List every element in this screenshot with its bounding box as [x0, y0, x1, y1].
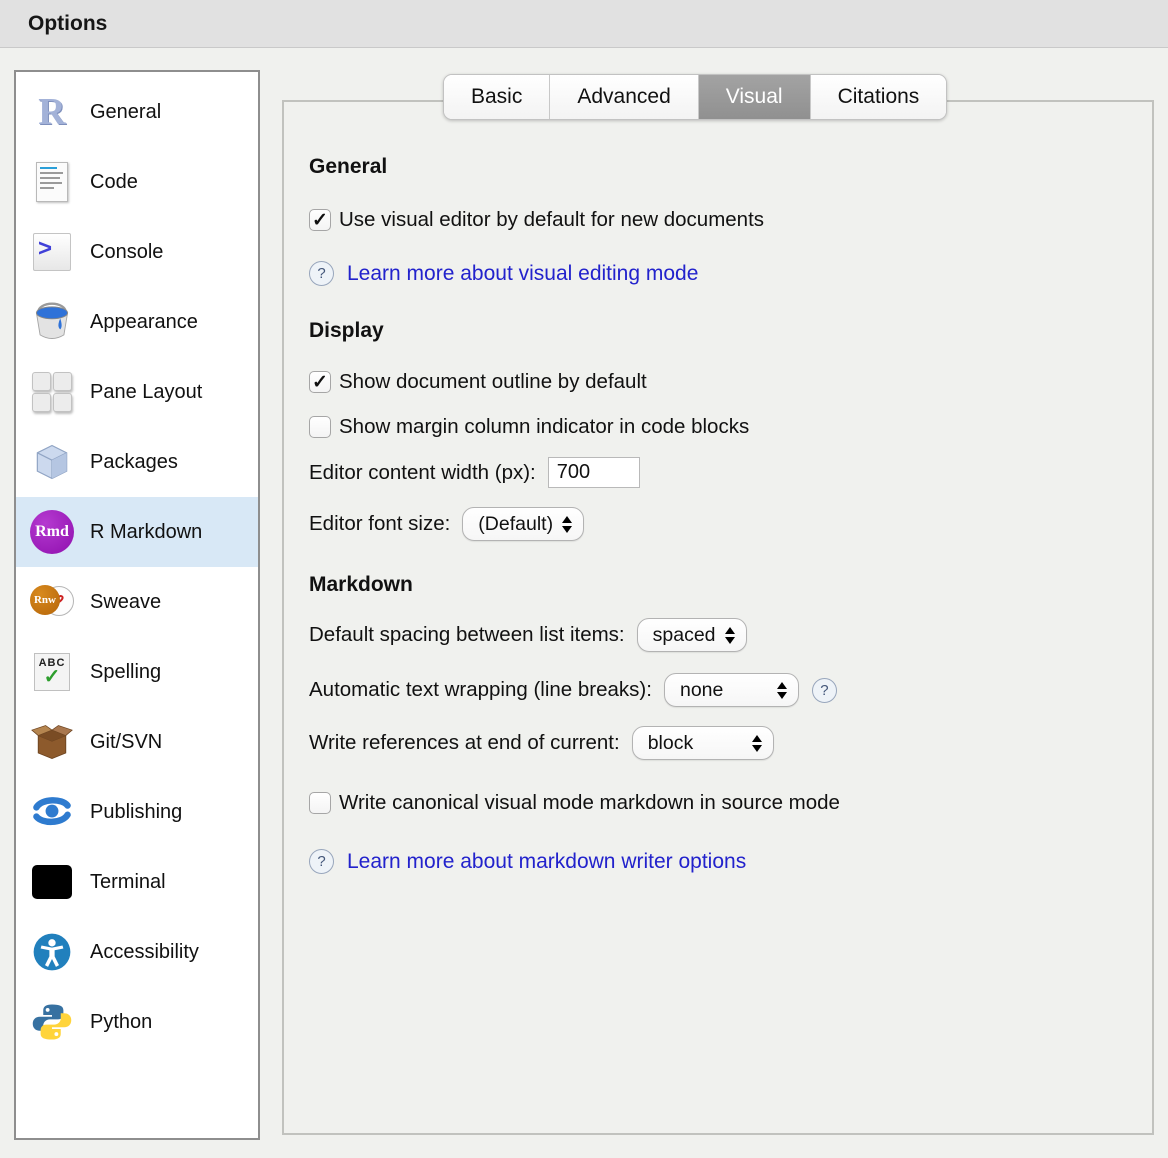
- sidebar-item-label: Python: [90, 1011, 152, 1034]
- tab-basic[interactable]: Basic: [444, 75, 550, 119]
- section-heading-markdown: Markdown: [309, 573, 1132, 597]
- sidebar-item-label: Terminal: [90, 871, 166, 894]
- help-icon[interactable]: ?: [309, 261, 334, 286]
- sidebar-item-label: Publishing: [90, 801, 182, 824]
- console-prompt-icon: >: [30, 230, 74, 274]
- publish-orbit-icon: [30, 790, 74, 834]
- select-arrows-icon: [562, 516, 572, 533]
- window-title: Options: [28, 12, 107, 36]
- use-visual-editor-checkbox[interactable]: ✓: [309, 209, 331, 231]
- sidebar-item-git-svn[interactable]: Git/SVN: [16, 707, 258, 777]
- sidebar-item-python[interactable]: Python: [16, 987, 258, 1057]
- text-wrapping-help-icon[interactable]: ?: [812, 678, 837, 703]
- font-size-label: Editor font size:: [309, 512, 450, 536]
- show-outline-row: ✓ Show document outline by default: [309, 370, 1132, 394]
- sidebar-item-label: R Markdown: [90, 521, 202, 544]
- paint-bucket-icon: [30, 300, 74, 344]
- references-label: Write references at end of current:: [309, 731, 620, 755]
- pane-grid-icon: [30, 370, 74, 414]
- sidebar-item-general[interactable]: R General: [16, 77, 258, 147]
- content-width-label: Editor content width (px):: [309, 461, 536, 485]
- sidebar-item-spelling[interactable]: ABC ✓ Spelling: [16, 637, 258, 707]
- sidebar-item-sweave[interactable]: Rnw Sweave: [16, 567, 258, 637]
- package-box-icon: [30, 440, 74, 484]
- accessibility-person-icon: [30, 930, 74, 974]
- canonical-markdown-checkbox[interactable]: [309, 792, 331, 814]
- list-spacing-label: Default spacing between list items:: [309, 623, 625, 647]
- use-visual-editor-row: ✓ Use visual editor by default for new d…: [309, 208, 1132, 232]
- show-outline-label: Show document outline by default: [339, 370, 647, 394]
- list-spacing-row: Default spacing between list items: spac…: [309, 618, 1132, 652]
- sidebar-item-terminal[interactable]: Terminal: [16, 847, 258, 917]
- tab-citations[interactable]: Citations: [811, 75, 947, 119]
- sidebar-item-label: Code: [90, 171, 138, 194]
- rnw-pdf-icon: Rnw: [30, 580, 74, 624]
- abc-check-icon: ABC ✓: [30, 650, 74, 694]
- show-outline-checkbox[interactable]: ✓: [309, 371, 331, 393]
- markdown-writer-help-row: ? Learn more about markdown writer optio…: [309, 849, 1132, 874]
- sidebar-item-console[interactable]: > Console: [16, 217, 258, 287]
- sidebar-item-publishing[interactable]: Publishing: [16, 777, 258, 847]
- section-heading-display: Display: [309, 319, 1132, 343]
- section-heading-general: General: [309, 155, 1132, 179]
- window-titlebar: Options: [0, 0, 1168, 48]
- r-logo-icon: R: [30, 90, 74, 134]
- font-size-select[interactable]: (Default): [462, 507, 584, 541]
- font-size-row: Editor font size: (Default): [309, 507, 1132, 541]
- help-icon[interactable]: ?: [309, 849, 334, 874]
- references-row: Write references at end of current: bloc…: [309, 726, 1132, 760]
- options-tabbar: Basic Advanced Visual Citations: [443, 74, 947, 120]
- content-width-row: Editor content width (px):: [309, 457, 1132, 488]
- sidebar-item-label: Appearance: [90, 311, 198, 334]
- terminal-square-icon: [30, 860, 74, 904]
- canonical-markdown-row: Write canonical visual mode markdown in …: [309, 791, 1132, 815]
- sidebar-item-appearance[interactable]: Appearance: [16, 287, 258, 357]
- sidebar-item-label: Spelling: [90, 661, 161, 684]
- sidebar-item-label: Pane Layout: [90, 381, 202, 404]
- rmd-badge-icon: Rmd: [30, 510, 74, 554]
- sidebar-item-label: Sweave: [90, 591, 161, 614]
- options-sidebar: R General Code > Console: [14, 70, 260, 1140]
- text-wrapping-label: Automatic text wrapping (line breaks):: [309, 678, 652, 702]
- sidebar-item-label: Git/SVN: [90, 731, 162, 754]
- show-margin-label: Show margin column indicator in code blo…: [339, 415, 749, 439]
- text-wrapping-select[interactable]: none: [664, 673, 799, 707]
- show-margin-row: Show margin column indicator in code blo…: [309, 415, 1132, 439]
- open-box-icon: [30, 720, 74, 764]
- python-logo-icon: [30, 1000, 74, 1044]
- sidebar-item-packages[interactable]: Packages: [16, 427, 258, 497]
- sidebar-item-label: Accessibility: [90, 941, 199, 964]
- checkmark-icon: ✓: [312, 211, 328, 230]
- canonical-markdown-label: Write canonical visual mode markdown in …: [339, 791, 840, 815]
- use-visual-editor-label: Use visual editor by default for new doc…: [339, 208, 764, 232]
- code-document-icon: [30, 160, 74, 204]
- sidebar-item-label: General: [90, 101, 161, 124]
- sidebar-item-label: Packages: [90, 451, 178, 474]
- sidebar-item-pane-layout[interactable]: Pane Layout: [16, 357, 258, 427]
- sidebar-item-code[interactable]: Code: [16, 147, 258, 217]
- select-arrows-icon: [752, 735, 762, 752]
- sidebar-item-label: Console: [90, 241, 163, 264]
- list-spacing-select[interactable]: spaced: [637, 618, 747, 652]
- select-arrows-icon: [777, 682, 787, 699]
- tab-advanced[interactable]: Advanced: [550, 75, 698, 119]
- sidebar-item-accessibility[interactable]: Accessibility: [16, 917, 258, 987]
- select-arrows-icon: [725, 627, 735, 644]
- sidebar-item-r-markdown[interactable]: Rmd R Markdown: [16, 497, 258, 567]
- visual-editing-help-row: ? Learn more about visual editing mode: [309, 261, 1132, 286]
- learn-visual-editing-link[interactable]: Learn more about visual editing mode: [347, 262, 698, 286]
- content-width-input[interactable]: [548, 457, 640, 488]
- show-margin-checkbox[interactable]: [309, 416, 331, 438]
- tab-visual[interactable]: Visual: [699, 75, 811, 119]
- learn-markdown-writer-link[interactable]: Learn more about markdown writer options: [347, 850, 746, 874]
- visual-options-panel: General ✓ Use visual editor by default f…: [282, 100, 1154, 1135]
- checkmark-icon: ✓: [312, 373, 328, 392]
- references-select[interactable]: block: [632, 726, 774, 760]
- text-wrapping-row: Automatic text wrapping (line breaks): n…: [309, 673, 1132, 707]
